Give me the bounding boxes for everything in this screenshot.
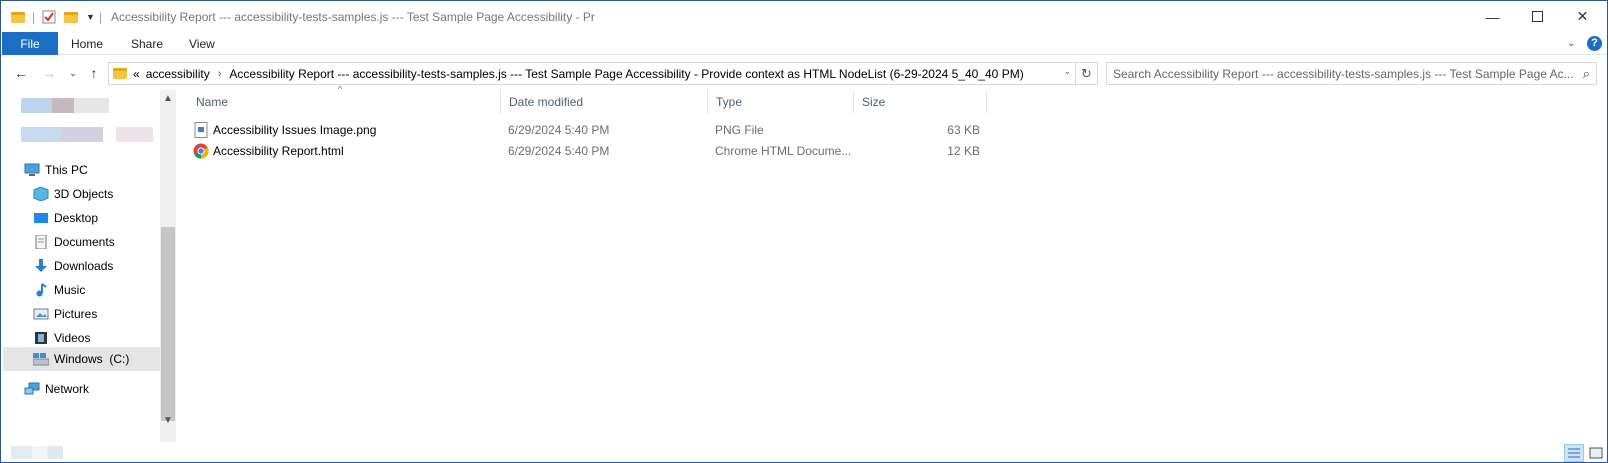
back-button[interactable]: ← <box>11 63 31 83</box>
drive-icon <box>32 352 50 366</box>
details-view-icon[interactable] <box>1564 444 1584 462</box>
ribbon: File Home Share View ⌄ ? <box>1 32 1607 55</box>
blurred-quick-access-item[interactable] <box>21 127 153 142</box>
column-header-type[interactable]: Type <box>708 90 854 114</box>
pictures-icon <box>33 307 49 321</box>
divider: | <box>99 10 103 24</box>
nav-scrollbar[interactable]: ▲ ▼ <box>160 90 176 442</box>
column-header-date-modified[interactable]: Date modified <box>501 90 708 114</box>
blurred-quick-access-item[interactable] <box>21 98 109 113</box>
chevron-right-icon[interactable]: › <box>218 68 222 80</box>
properties-icon[interactable] <box>42 8 56 26</box>
cube-icon <box>33 186 49 202</box>
address-row: ← → ⌄ ↑ « accessibility › Accessibility … <box>1 56 1607 90</box>
music-note-icon <box>33 283 49 297</box>
window-title: Accessibility Report --- accessibility-t… <box>111 10 595 24</box>
nav-network[interactable]: Network <box>24 378 160 400</box>
search-icon: ⌕ <box>1582 66 1590 81</box>
refresh-button[interactable]: ↻ <box>1076 62 1098 85</box>
nav-this-pc[interactable]: This PC <box>24 159 160 181</box>
explorer-window: | ▼ | Accessibility Report --- accessibi… <box>0 0 1608 463</box>
title-bar: | ▼ | Accessibility Report --- accessibi… <box>1 1 1607 32</box>
address-bar[interactable]: « accessibility › Accessibility Report -… <box>108 62 1076 85</box>
up-button[interactable]: ↑ <box>84 63 104 83</box>
status-bar <box>1 442 1607 462</box>
new-folder-icon[interactable] <box>64 8 78 26</box>
crumb-current-folder[interactable]: Accessibility Report --- accessibility-t… <box>229 67 1023 81</box>
file-name: Accessibility Report.html <box>213 144 344 158</box>
file-type: Chrome HTML Docume... <box>715 144 852 158</box>
scroll-up-button[interactable]: ▲ <box>160 90 176 106</box>
file-list: ^ Name Date modified Type Size Accessibi… <box>188 84 1607 442</box>
nav-downloads[interactable]: Downloads <box>33 255 160 277</box>
expand-ribbon-icon[interactable]: ⌄ <box>1567 32 1575 55</box>
minimize-button[interactable]: — <box>1470 1 1515 32</box>
close-button[interactable]: ✕ <box>1560 1 1605 32</box>
tab-view[interactable]: View <box>189 32 215 55</box>
file-name: Accessibility Issues Image.png <box>213 123 377 137</box>
nav-desktop[interactable]: Desktop <box>33 207 160 229</box>
crumb-accessibility[interactable]: accessibility <box>146 67 210 81</box>
scrollbar-thumb[interactable] <box>161 227 175 421</box>
film-icon <box>33 331 49 345</box>
column-header-size[interactable]: Size <box>854 90 987 114</box>
large-icons-view-icon[interactable] <box>1586 444 1606 462</box>
nav-music[interactable]: Music <box>33 279 160 301</box>
help-icon[interactable]: ? <box>1587 32 1602 55</box>
image-file-icon <box>194 120 208 140</box>
tab-share[interactable]: Share <box>131 32 163 55</box>
search-input[interactable]: Search Accessibility Report --- accessib… <box>1106 62 1597 85</box>
chevron-down-icon[interactable]: ⌄ <box>1063 66 1071 77</box>
navigation-pane: This PC 3D Objects Desktop Documents Dow… <box>1 90 176 442</box>
customize-quick-access-icon[interactable]: ▼ <box>86 8 95 26</box>
maximize-button[interactable] <box>1515 1 1560 32</box>
file-size: 63 KB <box>947 123 980 137</box>
nav-videos[interactable]: Videos <box>33 327 160 349</box>
file-type: PNG File <box>715 123 764 137</box>
folder-icon <box>11 8 25 26</box>
tab-file[interactable]: File <box>2 32 58 55</box>
download-arrow-icon <box>33 259 49 273</box>
file-date: 6/29/2024 5:40 PM <box>508 144 610 158</box>
file-size: 12 KB <box>947 144 980 158</box>
nav-3d-objects[interactable]: 3D Objects <box>33 183 160 205</box>
scroll-down-button[interactable]: ▼ <box>160 412 176 428</box>
network-icon <box>24 382 40 396</box>
desktop-icon <box>33 211 49 225</box>
documents-icon <box>33 234 49 250</box>
nav-windows-c[interactable]: Windows (C:) <box>3 347 160 371</box>
tab-home[interactable]: Home <box>71 32 103 55</box>
column-header-name[interactable]: Name <box>188 90 501 114</box>
file-row[interactable]: Accessibility Issues Image.png 6/29/2024… <box>188 120 1008 140</box>
blurred-status-text <box>11 446 63 459</box>
nav-pictures[interactable]: Pictures <box>33 303 160 325</box>
recent-locations-button[interactable]: ⌄ <box>63 63 83 83</box>
search-placeholder: Search Accessibility Report --- accessib… <box>1113 66 1574 81</box>
file-row[interactable]: Accessibility Report.html 6/29/2024 5:40… <box>188 141 1008 161</box>
file-date: 6/29/2024 5:40 PM <box>508 123 610 137</box>
overflow-crumbs-button[interactable]: « <box>133 67 140 81</box>
divider: | <box>32 10 36 24</box>
folder-icon <box>113 68 127 79</box>
nav-documents[interactable]: Documents <box>33 231 160 253</box>
computer-icon <box>24 163 40 177</box>
chrome-icon <box>193 141 209 161</box>
forward-button[interactable]: → <box>39 63 59 83</box>
